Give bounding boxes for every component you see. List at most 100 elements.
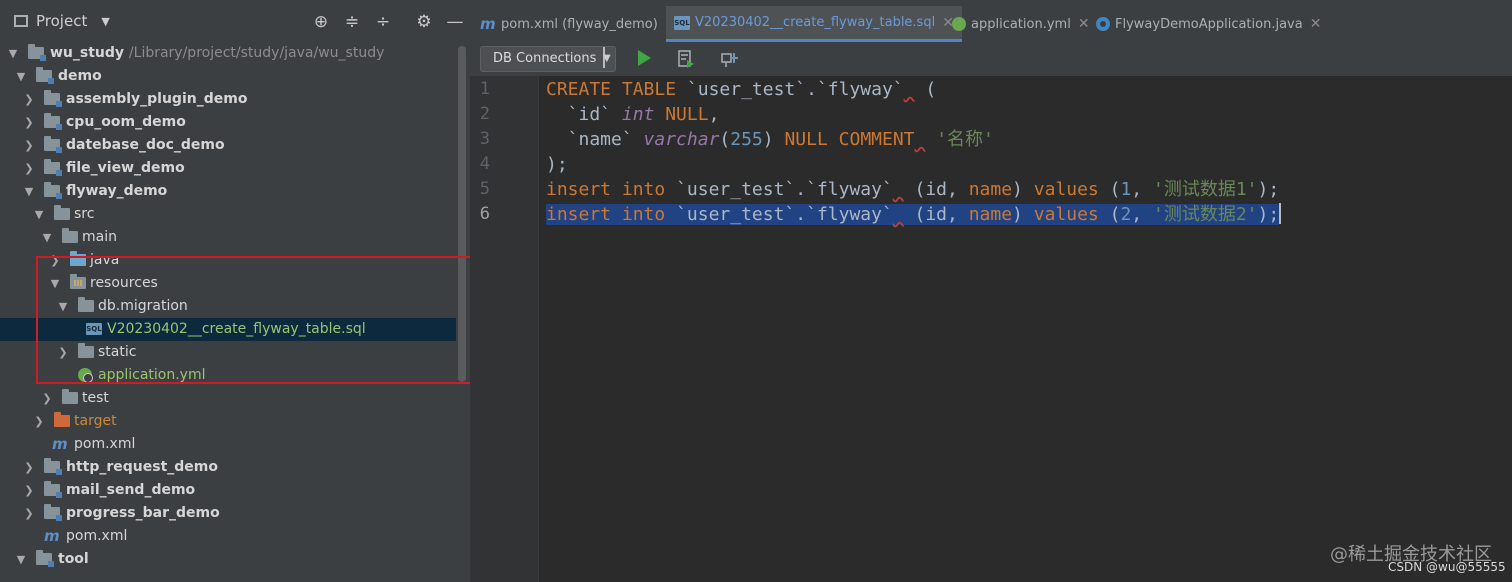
text-caret <box>1279 203 1282 224</box>
code-token: ); <box>546 154 568 175</box>
code-token: varchar <box>643 129 720 150</box>
warning-squiggle <box>915 129 926 150</box>
chevron-right-icon[interactable]: ❯ <box>22 502 36 525</box>
csdn-watermark: CSDN @wu@55555 <box>1388 560 1506 574</box>
code-line[interactable]: ); <box>546 152 568 177</box>
tree-item-root-pom-xml[interactable]: m pom.xml <box>0 525 456 548</box>
tree-item-label: progress_bar_demo <box>66 505 220 521</box>
chevron-down-icon[interactable]: ▼ <box>40 226 54 249</box>
expand-all-icon[interactable]: ≑ <box>342 12 362 32</box>
tree-item-src[interactable]: ▼ src <box>0 203 456 226</box>
warning-squiggle <box>893 204 904 225</box>
explain-plan-icon[interactable] <box>678 50 694 68</box>
sql-file-icon: SQL <box>674 15 690 30</box>
tab-application-yml[interactable]: application.yml ✕ <box>952 6 1090 42</box>
code-token: ); <box>1257 179 1280 200</box>
tree-item-main[interactable]: ▼ main <box>0 226 456 249</box>
maven-icon: m <box>52 435 68 453</box>
code-token: values <box>1033 204 1099 225</box>
tree-item-test[interactable]: ❯ test <box>0 387 456 410</box>
code-token: ( <box>914 79 937 100</box>
db-connections-dropdown[interactable]: DB Connections ▼ <box>480 46 616 72</box>
tree-item-progress-bar-demo[interactable]: ❯ progress_bar_demo <box>0 502 456 525</box>
module-folder-icon <box>28 44 46 61</box>
tree-item-file-view-demo[interactable]: ❯ file_view_demo <box>0 157 456 180</box>
tree-item-mail-send-demo[interactable]: ❯ mail_send_demo <box>0 479 456 502</box>
chevron-right-icon[interactable]: ❯ <box>32 410 46 433</box>
module-folder-icon <box>36 67 54 84</box>
editor-tab-bar: m pom.xml (flyway_demo) ✕ SQL V20230402_… <box>470 6 1512 42</box>
maven-icon: m <box>480 15 496 33</box>
chevron-down-icon[interactable]: ▼ <box>32 203 46 226</box>
module-folder-icon <box>44 113 62 130</box>
line-number-gutter: 1 2 3 4 5 6 <box>470 76 538 582</box>
chevron-right-icon[interactable]: ❯ <box>22 157 36 180</box>
code-line[interactable]: insert into `user_test`.`flyway` (id, na… <box>546 202 1282 227</box>
warning-squiggle <box>904 79 915 100</box>
spring-yml-icon <box>952 17 966 31</box>
chevron-down-icon[interactable]: ▼ <box>14 65 28 88</box>
gear-icon[interactable]: ⚙ <box>414 12 434 32</box>
tree-item-label: target <box>74 413 117 429</box>
tree-item-wu-study[interactable]: ▼ wu_study /Library/project/study/java/w… <box>0 42 456 65</box>
code-token: ) <box>762 129 785 150</box>
tree-item-datebase-doc-demo[interactable]: ❯ datebase_doc_demo <box>0 134 456 157</box>
code-line[interactable]: `name` varchar(255) NULL COMMENT '名称' <box>546 127 994 152</box>
close-icon[interactable]: ✕ <box>1078 16 1090 32</box>
tab-flyway-demo-application[interactable]: FlywayDemoApplication.java ✕ <box>1096 6 1321 42</box>
module-folder-icon <box>44 136 62 153</box>
code-token: `user_test`.`flyway` <box>665 204 893 225</box>
db-connections-label: DB Connections <box>493 51 597 66</box>
tree-item-demo[interactable]: ▼ demo <box>0 65 456 88</box>
tree-item-http-request-demo[interactable]: ❯ http_request_demo <box>0 456 456 479</box>
close-icon[interactable]: ✕ <box>1310 16 1322 32</box>
code-token: CREATE <box>546 79 612 100</box>
chevron-right-icon[interactable]: ❯ <box>22 111 36 134</box>
tree-item-target[interactable]: ❯ target <box>0 410 456 433</box>
code-line[interactable]: insert into `user_test`.`flyway` (id, na… <box>546 177 1279 202</box>
chevron-right-icon[interactable]: ❯ <box>22 134 36 157</box>
chevron-down-icon[interactable]: ▼ <box>6 42 20 65</box>
folder-icon <box>54 205 70 220</box>
line-number: 2 <box>479 104 490 124</box>
code-line[interactable]: CREATE TABLE `user_test`.`flyway` ( <box>546 77 936 102</box>
chevron-right-icon[interactable]: ❯ <box>22 456 36 479</box>
project-title: Project <box>36 12 88 30</box>
tree-item-path: /Library/project/study/java/wu_study <box>128 45 385 61</box>
sql-editor[interactable]: 1 2 3 4 5 6 CREATE TABLE `user_test`.`fl… <box>470 76 1512 582</box>
project-view-selector[interactable]: Project ▼ <box>14 6 110 36</box>
tree-item-flyway-demo[interactable]: ▼ flyway_demo <box>0 180 456 203</box>
code-token: ( <box>1098 179 1121 200</box>
chevron-down-icon[interactable]: ▼ <box>22 180 36 203</box>
code-token: 1 <box>1120 179 1132 200</box>
settings-icon[interactable] <box>720 50 740 68</box>
module-folder-icon <box>44 182 62 199</box>
module-folder-icon <box>44 504 62 521</box>
tree-item-label: demo <box>58 68 102 84</box>
tree-item-pom-xml[interactable]: m pom.xml <box>0 433 456 456</box>
chevron-down-icon[interactable]: ▼ <box>14 548 28 571</box>
tab-pom-xml[interactable]: m pom.xml (flyway_demo) ✕ <box>480 6 677 42</box>
line-number: 3 <box>479 129 490 149</box>
tab-label: FlywayDemoApplication.java <box>1115 16 1303 32</box>
project-window-icon <box>14 15 28 27</box>
chevron-right-icon[interactable]: ❯ <box>40 387 54 410</box>
chevron-right-icon[interactable]: ❯ <box>22 479 36 502</box>
tab-sql-file[interactable]: SQL V20230402__create_flyway_table.sql ✕ <box>666 6 962 42</box>
code-token: insert <box>546 179 612 200</box>
code-line[interactable]: `id` int NULL, <box>546 102 720 127</box>
locate-icon[interactable]: ⊕ <box>311 12 331 32</box>
tree-item-tool[interactable]: ▼ tool <box>0 548 456 571</box>
tree-item-assembly-plugin-demo[interactable]: ❯ assembly_plugin_demo <box>0 88 456 111</box>
module-folder-icon <box>44 90 62 107</box>
tab-label: pom.xml (flyway_demo) <box>501 16 658 32</box>
tree-item-cpu-oom-demo[interactable]: ❯ cpu_oom_demo <box>0 111 456 134</box>
minimize-icon[interactable]: — <box>445 12 465 32</box>
chevron-right-icon[interactable]: ❯ <box>22 88 36 111</box>
line-number: 1 <box>479 79 490 99</box>
tree-item-label: cpu_oom_demo <box>66 114 186 130</box>
collapse-all-icon[interactable]: ÷ <box>373 12 393 32</box>
run-icon[interactable] <box>638 50 651 66</box>
